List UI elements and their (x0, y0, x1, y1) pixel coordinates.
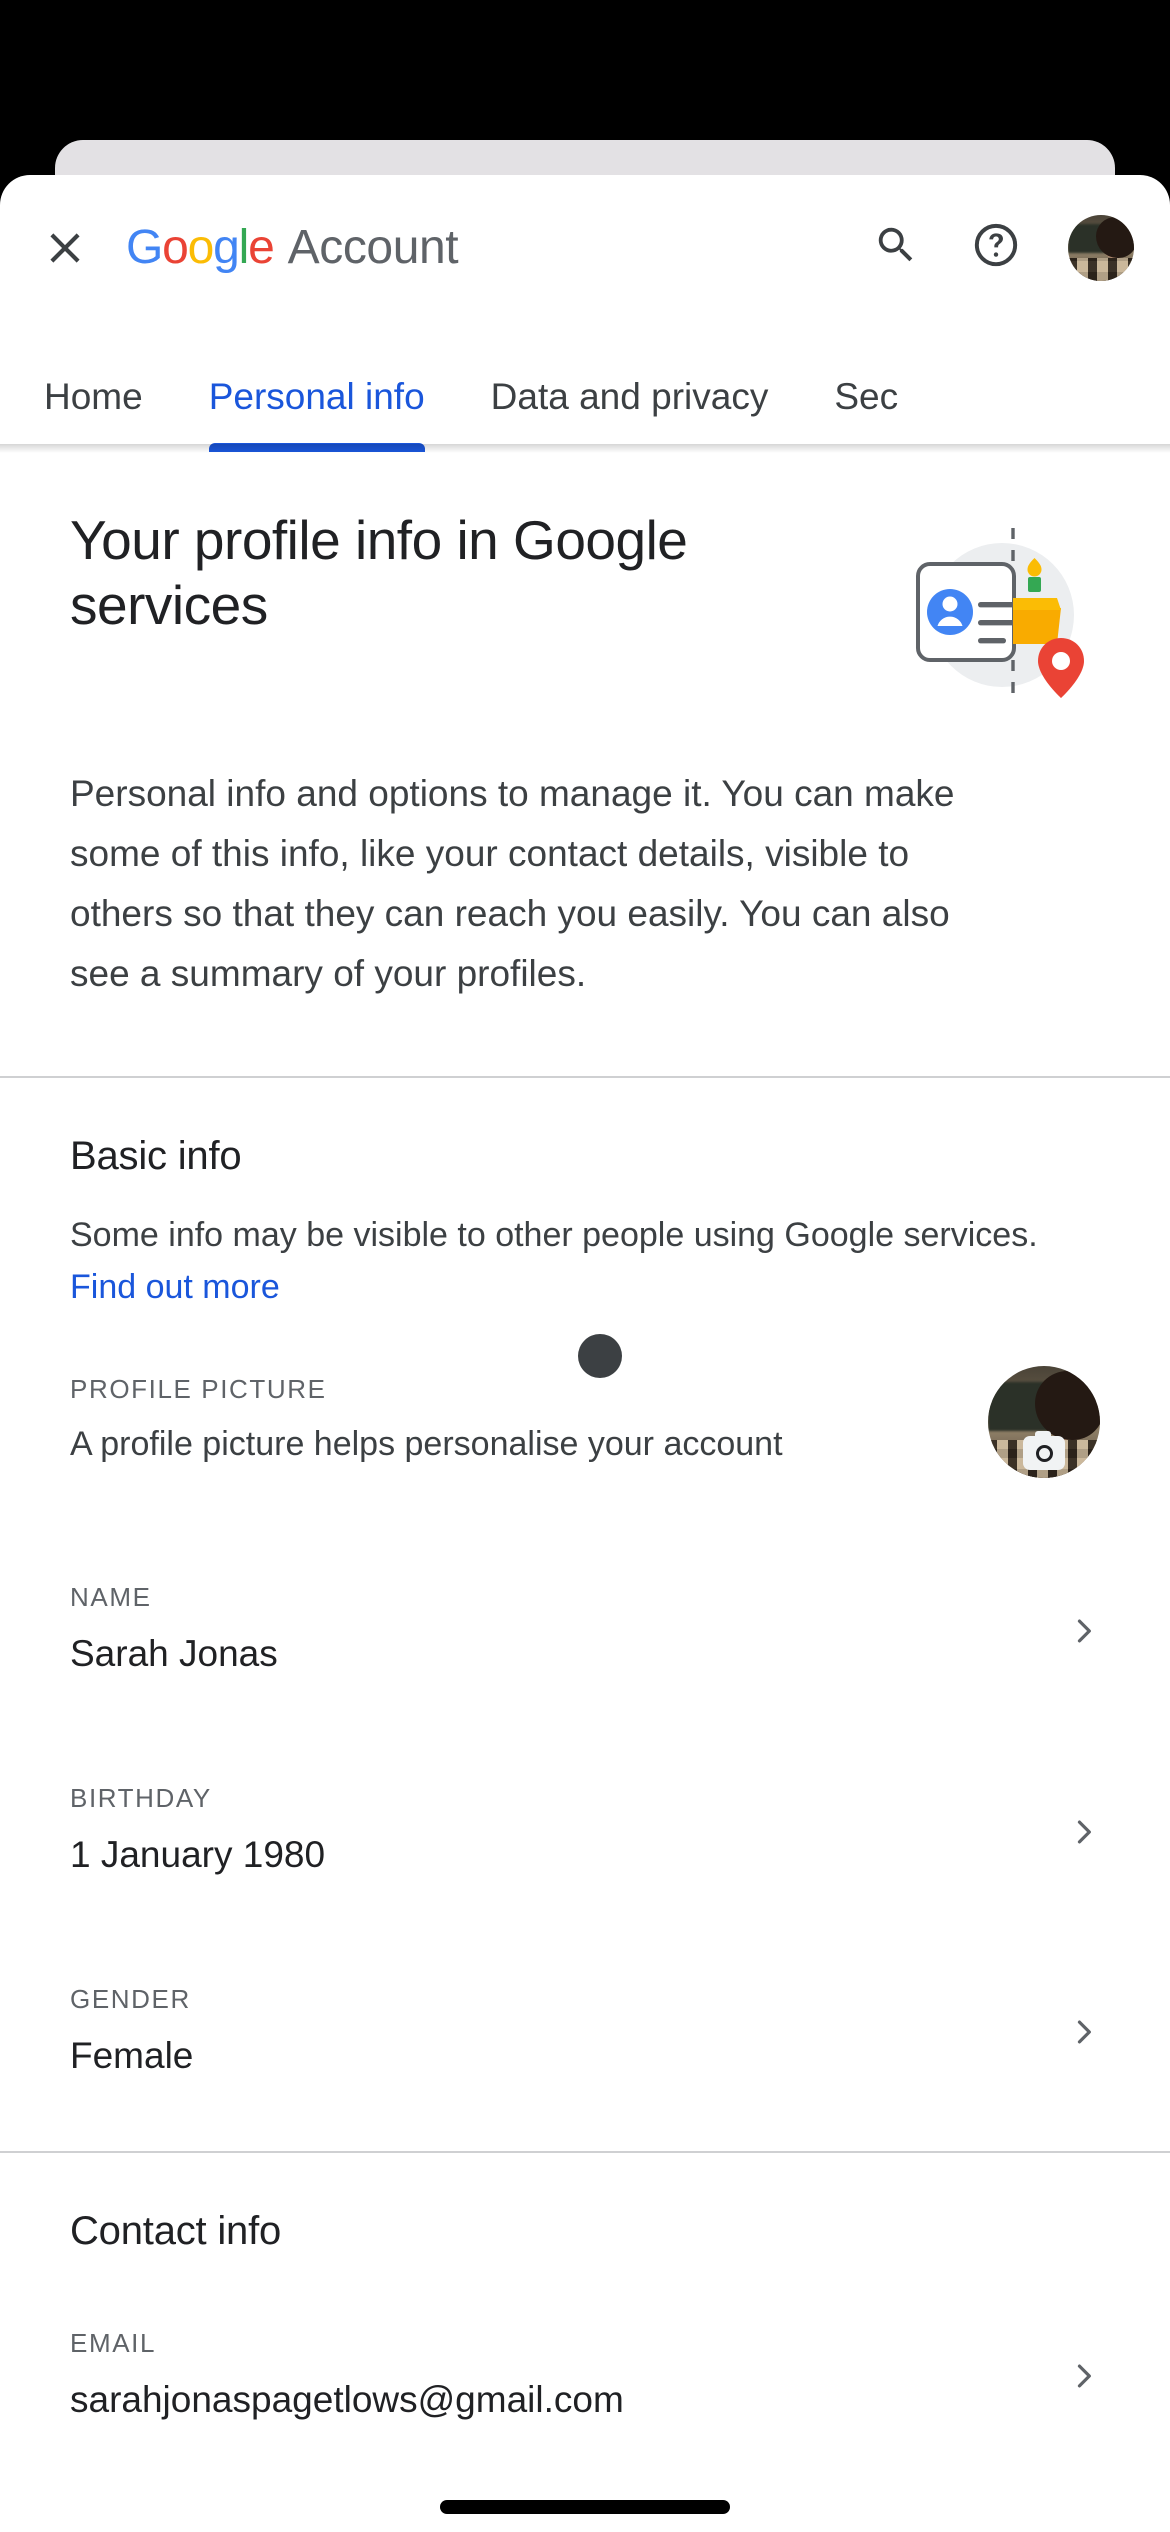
phone-screen: Google Account Home Personal info Data a… (0, 0, 1170, 2532)
row-birthday-label: BIRTHDAY (70, 1783, 212, 1814)
profile-picture-face (1046, 1393, 1085, 1441)
brand-lockup: Google Account (126, 220, 868, 275)
row-birthday-main: BIRTHDAY 1 January 1980 (70, 1783, 1040, 1880)
search-icon (873, 222, 919, 273)
google-logo: Google (126, 220, 275, 275)
account-avatar-button[interactable] (1068, 214, 1134, 281)
tab-personal-info[interactable]: Personal info (208, 376, 425, 452)
logo-letter-o2: o (187, 221, 215, 274)
row-name-label: NAME (70, 1582, 152, 1613)
google-account-sheet: Google Account Home Personal info Data a… (0, 175, 1170, 2532)
row-profile-picture-main: PROFILE PICTURE A profile picture helps … (70, 1374, 964, 1470)
tab-home[interactable]: Home (44, 376, 143, 452)
close-button[interactable] (36, 219, 94, 277)
basic-info-section: Basic info Some info may be visible to o… (0, 1078, 1170, 2151)
profile-picture-lip (1055, 1427, 1066, 1433)
logo-letter-g1: G (126, 221, 163, 274)
chevron-right-icon (1064, 1816, 1100, 1848)
hero-section: Your profile info in Google services (0, 452, 1170, 710)
row-email-main: EMAIL sarahjonaspagetlows@gmail.com (70, 2328, 1040, 2425)
find-out-more-link[interactable]: Find out more (70, 1268, 280, 1306)
logo-letter-g2: g (213, 221, 240, 274)
row-email[interactable]: EMAIL sarahjonaspagetlows@gmail.com (70, 2294, 1100, 2455)
logo-letter-e: e (248, 221, 275, 274)
help-circle-icon (971, 220, 1021, 275)
home-indicator (440, 2500, 730, 2514)
basic-info-subtitle-text: Some info may be visible to other people… (70, 1215, 1038, 1254)
row-gender[interactable]: GENDER Female (70, 1950, 1100, 2111)
app-bar-actions (868, 214, 1134, 281)
row-name[interactable]: NAME Sarah Jonas (70, 1548, 1100, 1709)
avatar-shirt (1068, 258, 1134, 281)
row-profile-picture[interactable]: PROFILE PICTURE A profile picture helps … (70, 1332, 1100, 1508)
row-profile-picture-label: PROFILE PICTURE (70, 1374, 327, 1405)
tab-home-label: Home (44, 376, 143, 417)
profile-picture-avatar[interactable] (988, 1366, 1100, 1479)
app-bar: Google Account (0, 175, 1170, 320)
row-birthday[interactable]: BIRTHDAY 1 January 1980 (70, 1749, 1100, 1910)
logo-letter-l: l (238, 221, 250, 274)
basic-info-subtitle: Some info may be visible to other people… (70, 1209, 1100, 1314)
row-name-value: Sarah Jonas (70, 1633, 278, 1675)
page-title: Your profile info in Google services (70, 509, 688, 636)
row-profile-picture-description: A profile picture helps personalise your… (70, 1425, 783, 1464)
tab-personal-info-label: Personal info (208, 376, 425, 417)
tab-security-label: Sec (834, 376, 899, 417)
row-birthday-value: 1 January 1980 (70, 1834, 326, 1876)
contact-info-section: Contact info EMAIL sarahjonaspagetlows@g… (0, 2153, 1170, 2455)
logo-letter-o1: o (162, 221, 189, 274)
tab-security[interactable]: Sec (834, 376, 898, 452)
profile-card-cake-pin-illustration (900, 520, 1100, 710)
avatar-lip (1107, 250, 1114, 254)
close-icon (40, 223, 90, 273)
camera-lens (1035, 1444, 1053, 1462)
row-gender-main: GENDER Female (70, 1984, 1040, 2081)
row-email-label: EMAIL (70, 2327, 157, 2358)
product-name: Account (287, 221, 459, 274)
tab-data-and-privacy-label: Data and privacy (490, 376, 769, 417)
row-email-value: sarahjonaspagetlows@gmail.com (70, 2378, 624, 2420)
chevron-right-icon (1064, 2360, 1100, 2392)
avatar-photo (1068, 214, 1134, 281)
touch-pointer-indicator (578, 1334, 622, 1379)
avatar-face (1102, 230, 1125, 259)
camera-icon[interactable] (1023, 1431, 1065, 1471)
tab-bar: Home Personal info Data and privacy Sec (0, 320, 1170, 453)
tab-data-and-privacy[interactable]: Data and privacy (491, 376, 769, 452)
page-description: Personal info and options to manage it. … (70, 773, 955, 994)
tab-bar-shadow (0, 444, 1170, 453)
row-gender-value: Female (70, 2035, 194, 2076)
contact-info-heading: Contact info (70, 2208, 282, 2253)
help-button[interactable] (968, 220, 1024, 276)
basic-info-heading: Basic info (70, 1133, 242, 1178)
row-name-main: NAME Sarah Jonas (70, 1582, 1040, 1679)
chevron-right-icon (1064, 2016, 1100, 2048)
row-gender-label: GENDER (70, 1984, 191, 2014)
search-button[interactable] (868, 220, 924, 276)
chevron-right-icon (1064, 1615, 1100, 1647)
page-content: Your profile info in Google services Per… (0, 452, 1170, 2455)
